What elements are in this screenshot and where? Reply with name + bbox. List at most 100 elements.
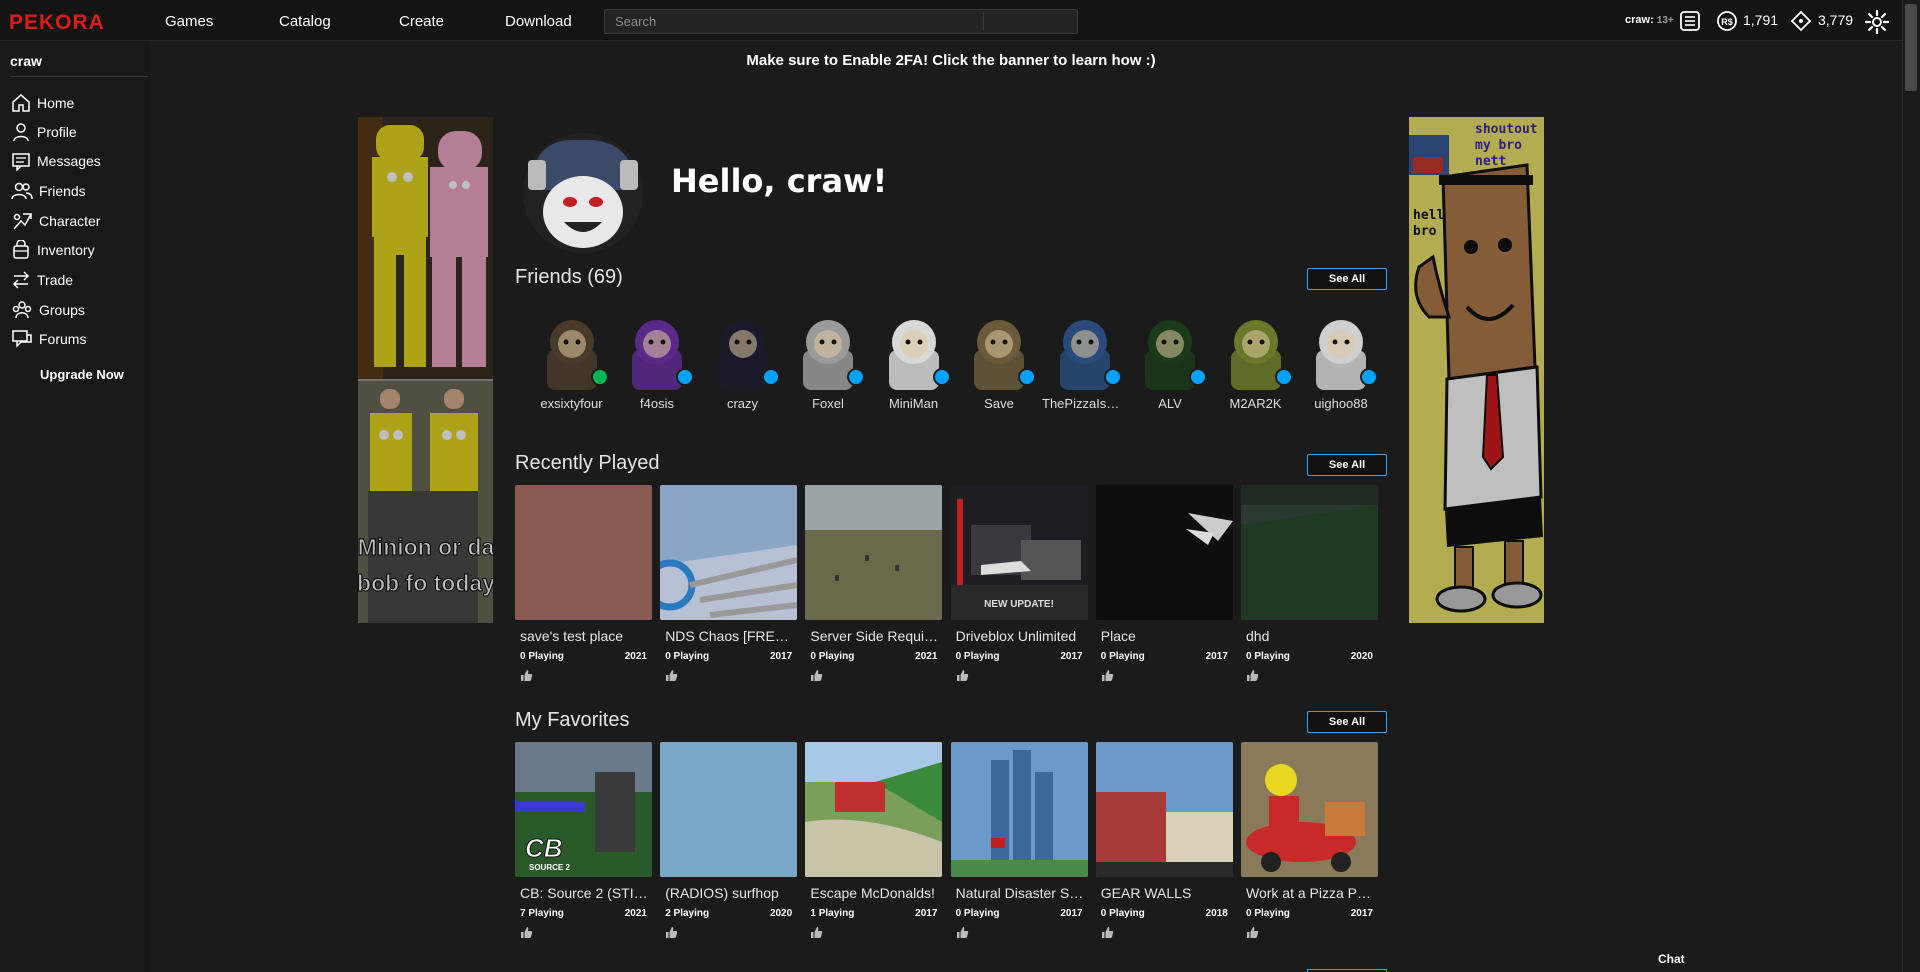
game-thumbnail[interactable] <box>1241 485 1378 620</box>
friend-name[interactable]: uighoo88 <box>1299 396 1384 411</box>
friend-name[interactable]: crazy <box>700 396 785 411</box>
sidebar-item-profile[interactable]: Profile <box>11 121 77 143</box>
game-thumbnail[interactable] <box>515 485 652 620</box>
thumbs-up-icon[interactable] <box>810 669 942 687</box>
game-title[interactable]: Server Side Requir... <box>810 628 938 644</box>
nav-create[interactable]: Create <box>399 13 444 30</box>
thumbs-up-icon[interactable] <box>1246 926 1378 944</box>
search-input[interactable]: Search <box>604 9 1078 34</box>
friend-avatar[interactable] <box>1133 310 1207 394</box>
game-card[interactable]: Natural Disaster Su... 0 Playing 2017 <box>950 742 1088 944</box>
game-thumbnail[interactable] <box>805 485 943 620</box>
thumbs-up-icon[interactable] <box>1101 669 1233 687</box>
friend-avatar[interactable] <box>1304 310 1378 394</box>
thumbs-up-icon[interactable] <box>956 926 1088 944</box>
friend-name[interactable]: f4osis <box>615 396 700 411</box>
friend-card[interactable]: crazy <box>700 310 785 411</box>
nav-download[interactable]: Download <box>505 13 572 30</box>
game-card[interactable]: (RADIOS) surfhop 2 Playing 2020 <box>660 742 798 944</box>
friend-avatar[interactable] <box>535 310 609 394</box>
game-card[interactable]: NDS Chaos [FREE ... 0 Playing 2017 <box>660 485 798 687</box>
2fa-banner[interactable]: Make sure to Enable 2FA! Click the banne… <box>150 52 1752 69</box>
tix-balance[interactable]: 3,779 <box>1818 12 1853 28</box>
friend-card[interactable]: f4osis <box>615 310 700 411</box>
thumbs-up-icon[interactable] <box>956 669 1088 687</box>
thumbs-up-icon[interactable] <box>520 669 652 687</box>
sidebar-item-trade[interactable]: Trade <box>11 269 73 291</box>
game-card[interactable]: Work at a Pizza Pla... 0 Playing 2017 <box>1241 742 1378 944</box>
sidebar-item-character[interactable]: Character <box>11 210 100 232</box>
game-title[interactable]: Work at a Pizza Pla... <box>1246 885 1374 901</box>
sidebar-item-forums[interactable]: Forums <box>11 328 86 350</box>
sidebar-username[interactable]: craw <box>10 53 42 69</box>
game-title[interactable]: Escape McDonalds! <box>810 885 938 901</box>
game-title[interactable]: save's test place <box>520 628 648 644</box>
nav-username[interactable]: craw: 13+ <box>1625 14 1674 26</box>
friend-avatar[interactable] <box>962 310 1036 394</box>
sidebar-item-home[interactable]: Home <box>11 92 74 114</box>
game-thumbnail[interactable] <box>1095 742 1233 877</box>
game-card[interactable]: save's test place 0 Playing 2021 <box>515 485 652 687</box>
friend-avatar[interactable] <box>1048 310 1122 394</box>
friend-card[interactable]: ALV <box>1128 310 1213 411</box>
game-card[interactable]: CB SOURCE 2 CB: Source 2 (STILL... 7 Playin… <box>515 742 652 944</box>
game-thumbnail[interactable]: NEW UPDATE! <box>950 485 1088 620</box>
friend-avatar[interactable] <box>877 310 951 394</box>
game-thumbnail[interactable]: CB SOURCE 2 <box>515 742 652 877</box>
game-thumbnail[interactable] <box>1095 485 1233 620</box>
game-title[interactable]: (RADIOS) surfhop <box>665 885 793 901</box>
favorites-see-all-button[interactable]: See All <box>1307 711 1387 733</box>
sidebar-item-messages[interactable]: Messages <box>11 150 101 172</box>
game-title[interactable]: CB: Source 2 (STILL... <box>520 885 648 901</box>
page-scrollbar[interactable] <box>1902 0 1920 972</box>
left-ad-image[interactable]: Minion or da bob fo today <box>358 117 493 623</box>
site-logo[interactable]: PEKORA <box>9 11 105 35</box>
game-title[interactable]: Place <box>1101 628 1229 644</box>
friend-name[interactable]: Save <box>957 396 1042 411</box>
game-card[interactable]: Server Side Requir... 0 Playing 2021 <box>805 485 943 687</box>
game-thumbnail[interactable] <box>1241 742 1378 877</box>
sidebar-item-groups[interactable]: Groups <box>11 299 85 321</box>
game-title[interactable]: Natural Disaster Su... <box>956 885 1084 901</box>
game-card[interactable]: GEAR WALLS 0 Playing 2018 <box>1095 742 1233 944</box>
friend-name[interactable]: MiniMan <box>871 396 956 411</box>
game-thumbnail[interactable] <box>660 742 798 877</box>
friend-name[interactable]: exsixtyfour <box>529 396 614 411</box>
recent-see-all-button[interactable]: See All <box>1307 454 1387 476</box>
thumbs-up-icon[interactable] <box>1101 926 1233 944</box>
game-thumbnail[interactable] <box>950 742 1088 877</box>
settings-gear-icon[interactable] <box>1864 9 1890 39</box>
game-title[interactable]: GEAR WALLS <box>1101 885 1229 901</box>
thumbs-up-icon[interactable] <box>665 926 797 944</box>
game-thumbnail[interactable] <box>805 742 943 877</box>
tix-icon[interactable] <box>1790 10 1812 37</box>
friend-avatar[interactable] <box>1219 310 1293 394</box>
friend-avatar[interactable] <box>706 310 780 394</box>
thumbs-up-icon[interactable] <box>810 926 942 944</box>
friend-card[interactable]: Save <box>957 310 1042 411</box>
nav-catalog[interactable]: Catalog <box>279 13 331 30</box>
sidebar-item-friends[interactable]: Friends <box>11 180 86 202</box>
thumbs-up-icon[interactable] <box>665 669 797 687</box>
game-title[interactable]: NDS Chaos [FREE ... <box>665 628 793 644</box>
robux-balance[interactable]: 1,791 <box>1743 12 1778 28</box>
thumbs-up-icon[interactable] <box>520 926 652 944</box>
notifications-icon[interactable] <box>1679 10 1701 37</box>
thumbs-up-icon[interactable] <box>1246 669 1378 687</box>
right-ad-image[interactable]: shoutout my bro nett hello bro <box>1409 117 1544 623</box>
upgrade-now-button[interactable]: Upgrade Now <box>40 367 124 382</box>
chat-button[interactable]: Chat <box>1658 952 1685 966</box>
friend-card[interactable]: M2AR2K <box>1213 310 1298 411</box>
friend-name[interactable]: ALV <box>1128 396 1213 411</box>
game-thumbnail[interactable] <box>660 485 798 620</box>
nav-games[interactable]: Games <box>165 13 213 30</box>
game-card[interactable]: Place 0 Playing 2017 <box>1095 485 1233 687</box>
sidebar-item-inventory[interactable]: Inventory <box>11 239 95 261</box>
game-title[interactable]: dhd <box>1246 628 1374 644</box>
friend-card[interactable]: ThePizzaIsMine <box>1042 310 1127 411</box>
robux-icon[interactable]: R$ <box>1716 10 1738 37</box>
friend-card[interactable]: exsixtyfour <box>529 310 614 411</box>
user-avatar-headshot[interactable] <box>520 130 646 256</box>
friend-avatar[interactable] <box>791 310 865 394</box>
game-card[interactable]: dhd 0 Playing 2020 <box>1241 485 1378 687</box>
